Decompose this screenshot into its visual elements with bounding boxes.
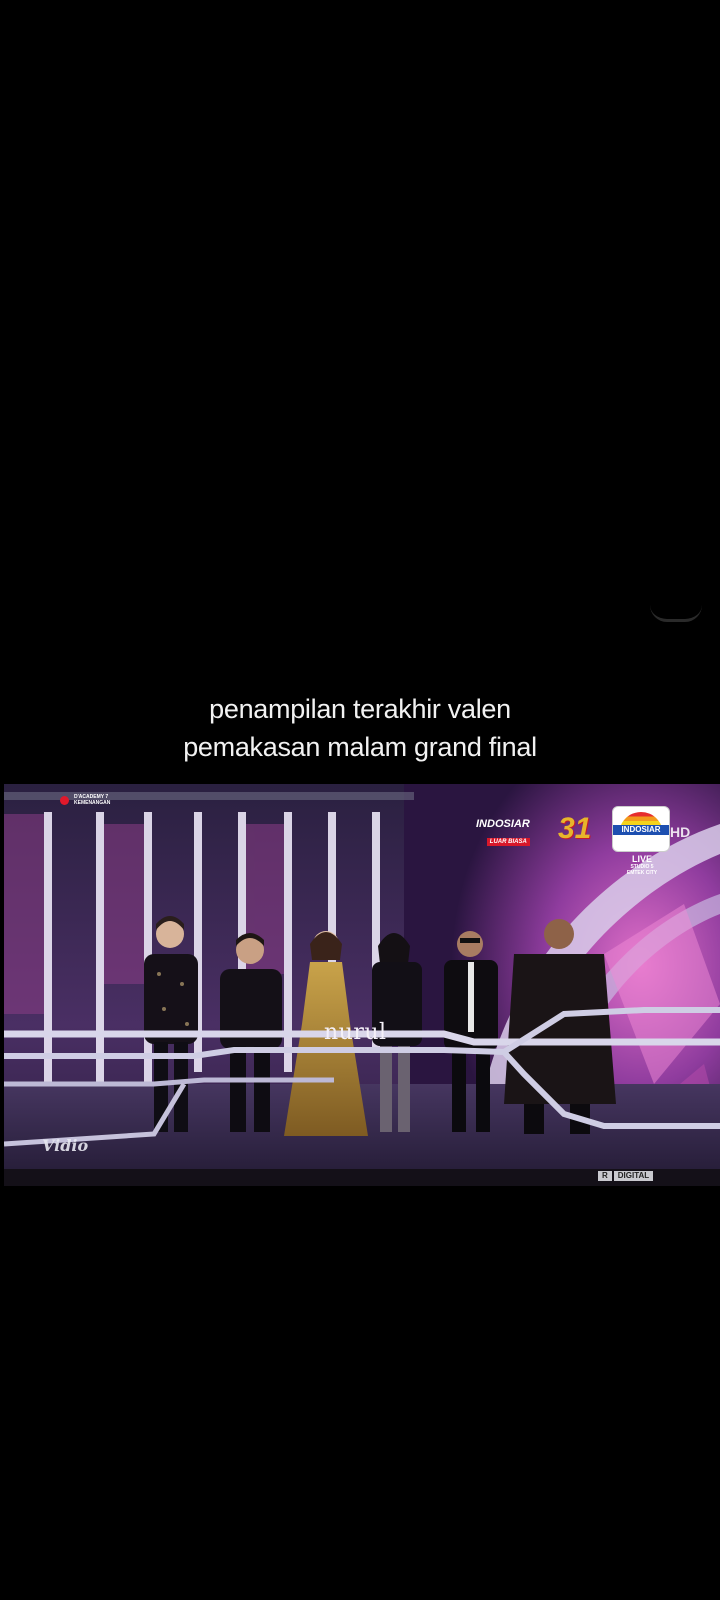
show-logo: D'ACADEMY 7 KEMENANGAN <box>60 794 110 806</box>
rating-letter: R <box>598 1171 612 1181</box>
live-text: LIVE <box>631 854 652 864</box>
live-badge: LIVE STUDIO 5 EMTEK CITY <box>616 854 668 876</box>
watermark-text: nurul <box>324 1020 387 1045</box>
hd-badge: HD <box>670 824 691 840</box>
studio-line2: EMTEK CITY <box>626 870 658 876</box>
vidio-logo: Vidio <box>42 1136 89 1155</box>
rating-badge: R DIGITAL <box>598 1171 654 1181</box>
tiktok-video-screen[interactable]: penampilan terakhir valen pemakasan mala… <box>0 0 720 1600</box>
show-logo-icon <box>60 795 69 805</box>
tagline-text: LUAR BIASA <box>486 838 530 846</box>
caption-line-2: pemakasan malam grand final <box>183 732 537 762</box>
video-caption: penampilan terakhir valen pemakasan mala… <box>0 690 720 766</box>
show-logo-line2: KEMENANGAN <box>74 800 111 806</box>
video-frame[interactable]: D'ACADEMY 7 KEMENANGAN INDOSIAR LUAR BIA… <box>4 784 720 1186</box>
indosiar-anniversary-logo: INDOSIAR LUAR BIASA <box>476 818 530 848</box>
loading-arc-icon <box>650 605 702 622</box>
channel-logo-icon: INDOSIAR <box>612 806 670 852</box>
channel-logo-text: INDOSIAR <box>613 825 669 835</box>
digital-label: DIGITAL <box>613 1171 654 1181</box>
anniversary-number: 31 <box>558 812 592 845</box>
caption-line-1: penampilan terakhir valen <box>209 694 511 724</box>
indosiar-text: INDOSIAR <box>476 818 530 830</box>
